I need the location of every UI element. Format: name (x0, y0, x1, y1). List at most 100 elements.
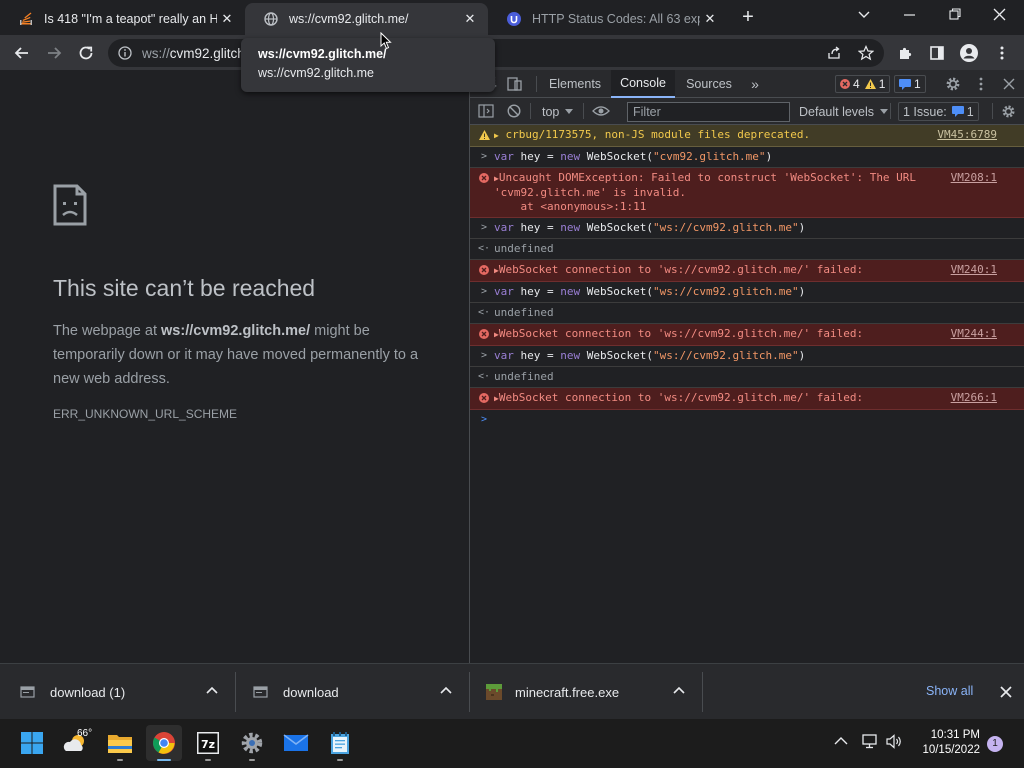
code: hey = (513, 150, 561, 163)
error-message-line2: 'cvm92.glitch.me' is invalid. (494, 186, 687, 199)
menu-kebab-icon[interactable] (989, 40, 1015, 66)
file-icon (20, 684, 36, 700)
show-all-button[interactable]: Show all (926, 684, 973, 698)
warning-icon (864, 79, 876, 89)
download-item[interactable]: download (236, 664, 470, 720)
error-icon (478, 327, 490, 341)
tab-elements[interactable]: Elements (541, 70, 609, 98)
bookmark-star-icon[interactable] (853, 40, 879, 66)
close-icon[interactable]: ✕ (460, 9, 480, 29)
running-indicator (249, 759, 255, 761)
keyword: new (560, 349, 581, 362)
issues-counter[interactable]: 1 (894, 75, 926, 93)
download-item[interactable]: download (1) (0, 664, 236, 720)
device-toolbar-icon[interactable] (507, 76, 523, 92)
volume-icon[interactable] (886, 734, 904, 749)
issue-icon (951, 106, 964, 117)
info-icon[interactable] (118, 46, 132, 60)
log-levels-label: Default levels (799, 104, 875, 119)
devtools-menu-icon[interactable] (978, 76, 984, 92)
notification-badge[interactable]: 1 (987, 736, 1003, 752)
download-filename: download (283, 684, 339, 700)
chevron-up-icon[interactable] (440, 686, 452, 694)
close-icon[interactable]: ✕ (217, 9, 237, 29)
issues-button[interactable]: 1 Issue: 1 (898, 102, 979, 121)
tooltip-title: ws://cvm92.glitch.me/ (258, 47, 387, 61)
string-literal: "ws://cvm92.glitch.me" (652, 349, 799, 362)
start-button[interactable] (14, 725, 50, 761)
running-indicator (205, 759, 211, 761)
minimize-button[interactable] (900, 6, 920, 24)
tab-http-status[interactable]: HTTP Status Codes: All 63 explain ✕ (488, 3, 728, 35)
address-bar[interactable]: ws://cvm92.glitch (108, 39, 884, 67)
source-link[interactable]: VM266:1 (951, 391, 997, 405)
tab-console[interactable]: Console (611, 70, 675, 98)
chevron-up-icon[interactable] (673, 686, 685, 694)
extensions-puzzle-icon[interactable] (893, 40, 919, 66)
console-settings-gear-icon[interactable] (1001, 104, 1016, 119)
file-explorer-button[interactable] (102, 725, 138, 761)
tab-search-chevron-icon[interactable] (854, 6, 874, 24)
live-expression-eye-icon[interactable] (592, 105, 610, 117)
back-button[interactable] (9, 40, 35, 66)
context-selector[interactable]: top (542, 98, 574, 125)
download-shelf: download (1) download minecraft.free.exe… (0, 663, 1024, 719)
tab-teapot[interactable]: Is 418 "I'm a teapot" really an HT ✕ (0, 3, 245, 35)
result-value: undefined (494, 242, 554, 255)
issue-count: 1 (914, 77, 921, 91)
side-panel-icon[interactable] (924, 40, 950, 66)
console-result: <· undefined (470, 303, 1024, 324)
close-shelf-icon[interactable] (999, 685, 1013, 699)
result-arrow-icon: <· (477, 307, 491, 318)
chevron-up-icon[interactable] (206, 686, 218, 694)
result-arrow-icon: <· (477, 371, 491, 382)
error-warning-counter[interactable]: 4 1 (835, 75, 891, 93)
console-filter-input[interactable]: Filter (627, 102, 790, 122)
browser-toolbar: ws://cvm92.glitch (0, 35, 1024, 70)
error-message: WebSocket connection to 'ws://cvm92.glit… (498, 327, 864, 340)
tab-ws-glitch[interactable]: ws://cvm92.glitch.me/ ✕ (245, 3, 488, 35)
error-message: WebSocket connection to 'ws://cvm92.glit… (498, 263, 864, 276)
network-icon[interactable] (862, 734, 880, 749)
share-icon[interactable] (821, 40, 847, 66)
log-levels-dropdown[interactable]: Default levels (799, 98, 889, 125)
more-tabs-button[interactable]: » (745, 70, 765, 98)
7zip-button[interactable]: 7z (190, 725, 226, 761)
close-devtools-icon[interactable] (1002, 77, 1016, 91)
profile-avatar-icon[interactable] (956, 40, 982, 66)
close-window-button[interactable] (990, 6, 1010, 24)
tab-sources[interactable]: Sources (679, 70, 739, 98)
close-icon[interactable]: ✕ (700, 9, 720, 29)
console-prompt-input[interactable]: > (470, 410, 1024, 430)
settings-gear-icon[interactable] (945, 76, 961, 92)
sidebar-toggle-icon[interactable] (478, 104, 494, 118)
clear-console-icon[interactable] (507, 104, 521, 118)
system-tray-chevron-icon[interactable] (834, 736, 848, 746)
code: ) (798, 349, 806, 362)
tab-hover-tooltip: ws://cvm92.glitch.me/ ws://cvm92.glitch.… (241, 38, 495, 92)
source-link[interactable]: VM45:6789 (937, 128, 997, 142)
url-host: cvm92.glitch (169, 45, 245, 61)
chrome-button[interactable] (146, 725, 182, 761)
clock-time: 10:31 PM (930, 729, 980, 741)
notepad-button[interactable] (322, 725, 358, 761)
source-link[interactable]: VM244:1 (951, 327, 997, 341)
keyword: new (560, 221, 581, 234)
download-item[interactable]: minecraft.free.exe (470, 664, 703, 720)
reload-button[interactable] (73, 40, 99, 66)
mail-button[interactable] (278, 725, 314, 761)
forward-button[interactable] (41, 40, 67, 66)
source-link[interactable]: VM208:1 (951, 171, 997, 185)
weather-widget[interactable]: 66° (60, 725, 100, 761)
expand-triangle-icon[interactable]: ▶ (494, 131, 499, 140)
download-filename: download (1) (50, 684, 126, 700)
source-link[interactable]: VM240:1 (951, 263, 997, 277)
new-tab-button[interactable]: + (736, 6, 760, 28)
restore-button[interactable] (945, 6, 965, 24)
console-result: <· undefined (470, 367, 1024, 388)
sad-page-icon (53, 184, 87, 226)
console-input: > var hey = new WebSocket("cvm92.glitch.… (470, 147, 1024, 168)
clock[interactable]: 10:31 PM 10/15/2022 (916, 728, 980, 758)
dropdown-arrow-icon (880, 109, 889, 114)
settings-button[interactable] (234, 725, 270, 761)
